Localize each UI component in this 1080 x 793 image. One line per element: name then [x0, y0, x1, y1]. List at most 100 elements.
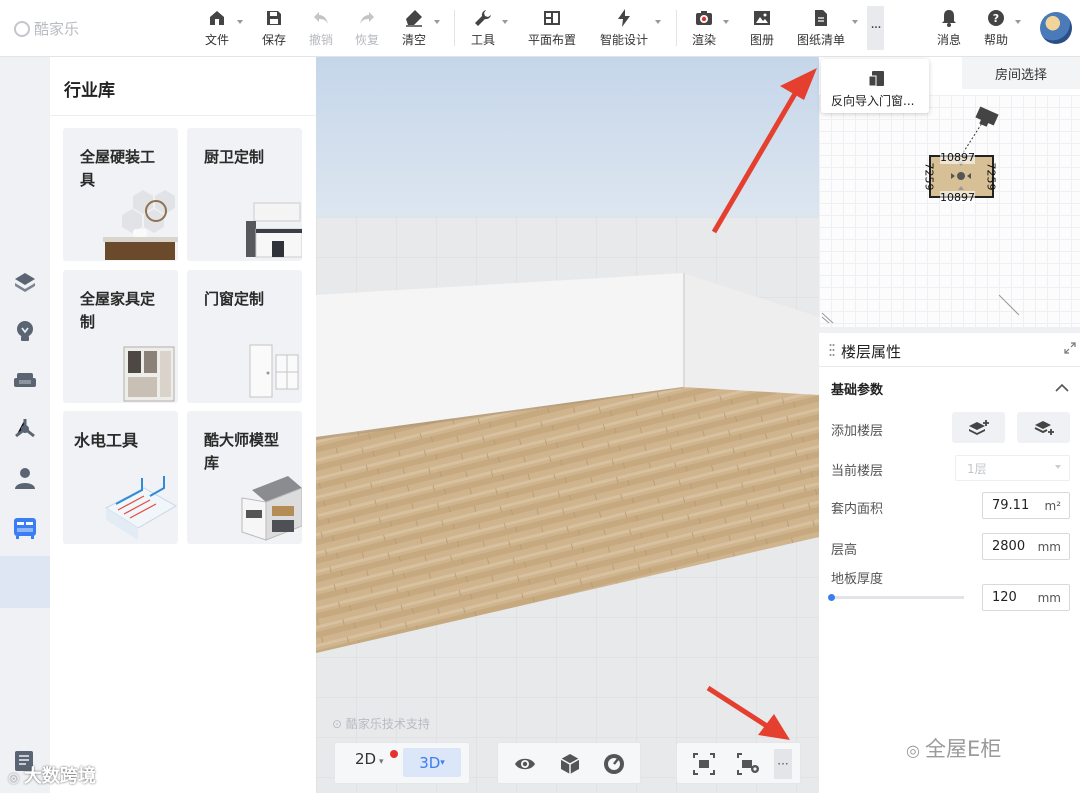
floor-height-field[interactable]: 2800 mm — [982, 533, 1070, 560]
cube-icon[interactable] — [558, 752, 582, 776]
room-select-tab[interactable]: 房间选择 — [962, 57, 1080, 89]
molecule-icon — [15, 419, 35, 438]
toolbar-divider — [454, 10, 455, 46]
card-kitchen-bath-custom[interactable]: 厨卫定制 — [187, 128, 302, 261]
eraser-icon — [406, 10, 422, 27]
redo-button[interactable]: 恢复 — [352, 8, 382, 50]
area-field[interactable]: 79.11 m² — [982, 492, 1070, 519]
rail-my-button[interactable] — [9, 462, 41, 494]
layer-add-below-icon — [1034, 420, 1054, 435]
layer-add-icon — [968, 419, 989, 435]
tools-menu-button[interactable]: 工具 — [468, 8, 498, 50]
tooltip-label: 反向导入门窗... — [831, 94, 915, 108]
toolbar-more-button[interactable]: ··· — [867, 6, 884, 50]
mode-2d-button[interactable]: 2D ▾ — [355, 750, 383, 768]
bottom-more-button[interactable]: ··· — [774, 749, 792, 779]
help-caret-icon — [1015, 20, 1021, 24]
rail-model-button[interactable] — [9, 413, 41, 445]
render-button[interactable]: 渲染 — [689, 8, 719, 50]
chevron-up-icon[interactable] — [1055, 383, 1069, 393]
rail-furniture-button[interactable] — [9, 364, 41, 396]
area-unit: m² — [1044, 498, 1062, 513]
annotation-arrow-top — [711, 68, 817, 234]
layout-icon — [544, 11, 560, 25]
file-menu-button[interactable]: 文件 — [202, 8, 232, 50]
divider — [50, 115, 316, 116]
building-thumbnail — [241, 476, 302, 541]
door-window-thumbnail — [249, 344, 299, 398]
card-plumbing-electric-tools[interactable]: 水电工具 — [63, 411, 178, 544]
wrench-icon — [475, 10, 491, 26]
lightbulb-icon — [17, 321, 33, 341]
floor-properties-panel: 楼层属性 基础参数 添加楼层 当前楼层 1层 套内面积 79.11 m² 层高 … — [819, 333, 1080, 793]
camera-settings-icon[interactable] — [736, 752, 760, 776]
save-button[interactable]: 保存 — [259, 8, 289, 50]
sofa-icon — [14, 373, 36, 387]
height-unit: mm — [1037, 539, 1061, 554]
save-icon — [267, 11, 281, 25]
help-button[interactable]: ? 帮助 — [981, 8, 1011, 50]
card-whole-house-hard-decor[interactable]: 全屋硬装工具 — [63, 128, 178, 261]
wechat-icon: ◎ — [906, 741, 926, 760]
notification-dot — [390, 750, 398, 758]
card-label: 全屋家具定制 — [80, 290, 156, 331]
cube-layers-icon — [15, 273, 35, 292]
rail-active-highlight — [0, 556, 50, 608]
top-toolbar: 酷家乐 文件 保存 撤销 恢复 清空 工具 平面布置 智能设计 渲染 图册 图纸… — [0, 0, 1080, 57]
rail-lighting-button[interactable] — [9, 315, 41, 347]
card-label: 门窗定制 — [204, 290, 265, 308]
clear-button[interactable]: 清空 — [399, 8, 429, 50]
reverse-import-tooltip[interactable]: 反向导入门窗... — [821, 59, 929, 113]
gauge-icon[interactable] — [602, 752, 626, 776]
camera-tools-group: ··· — [676, 742, 801, 784]
floor-thickness-field[interactable]: 120 mm — [982, 584, 1070, 611]
user-avatar[interactable] — [1040, 12, 1072, 44]
logo-text: 酷家乐 — [34, 20, 80, 38]
dim-bottom: 10897 — [940, 191, 975, 204]
file-caret-icon — [237, 20, 243, 24]
image-icon — [754, 11, 770, 25]
messages-button[interactable]: 消息 — [934, 8, 964, 50]
floor-plan-minimap[interactable]: 10897 10897 7259 7259 — [819, 95, 1080, 327]
thickness-slider-handle[interactable] — [828, 594, 835, 601]
eye-icon[interactable] — [513, 752, 537, 776]
user-icon — [15, 468, 35, 489]
tools-caret-icon — [502, 20, 508, 24]
rail-industry-library-button[interactable] — [9, 512, 41, 544]
floor-layout-button[interactable]: 平面布置 — [524, 8, 580, 50]
screenshot-icon[interactable] — [692, 752, 716, 776]
dim-top: 10897 — [940, 151, 975, 164]
undo-icon — [314, 12, 328, 24]
card-door-window-custom[interactable]: 门窗定制 — [187, 270, 302, 403]
album-button[interactable]: 图册 — [747, 8, 777, 50]
industry-library-panel: 行业库 全屋硬装工具 厨卫定制 全屋家具定制 门窗定制 水电工具 酷大师模型库 — [50, 57, 316, 793]
minimap-panel: 房间选择 10897 10897 7259 7259 反向导入门窗... — [819, 57, 1080, 327]
smart-design-button[interactable]: 智能设计 — [596, 8, 652, 50]
card-whole-house-furniture[interactable]: 全屋家具定制 — [63, 270, 178, 403]
toolbar-divider — [676, 10, 677, 46]
rail-hard-decor-button[interactable] — [9, 266, 41, 298]
card-kudashi-model-library[interactable]: 酷大师模型库 — [187, 411, 302, 544]
app-logo[interactable]: 酷家乐 — [14, 18, 79, 39]
cabinet-icon — [14, 518, 36, 539]
svg-text:?: ? — [993, 12, 999, 25]
thickness-slider[interactable] — [831, 596, 964, 599]
mode-3d-button[interactable]: 3D ▾ — [403, 748, 461, 777]
document-icon — [815, 10, 827, 26]
add-floor-label: 添加楼层 — [831, 424, 884, 439]
undo-button[interactable]: 撤销 — [306, 8, 336, 50]
smart-design-caret-icon — [655, 20, 661, 24]
drag-handle-icon[interactable] — [829, 343, 835, 357]
add-floor-below-button[interactable] — [1017, 412, 1070, 443]
card-label: 酷大师模型库 — [204, 431, 280, 472]
lightning-icon — [618, 9, 630, 27]
drawing-list-button[interactable]: 图纸清单 — [793, 8, 849, 50]
current-floor-select[interactable]: 1层 — [955, 455, 1070, 481]
import-door-icon — [868, 71, 884, 87]
add-floor-above-button[interactable] — [952, 412, 1005, 443]
expand-icon[interactable] — [1064, 342, 1076, 354]
logo-icon: ⊙ — [332, 717, 346, 731]
dim-right: 7259 — [984, 162, 998, 191]
select-caret-icon — [1055, 465, 1061, 469]
card-label: 水电工具 — [74, 431, 139, 450]
